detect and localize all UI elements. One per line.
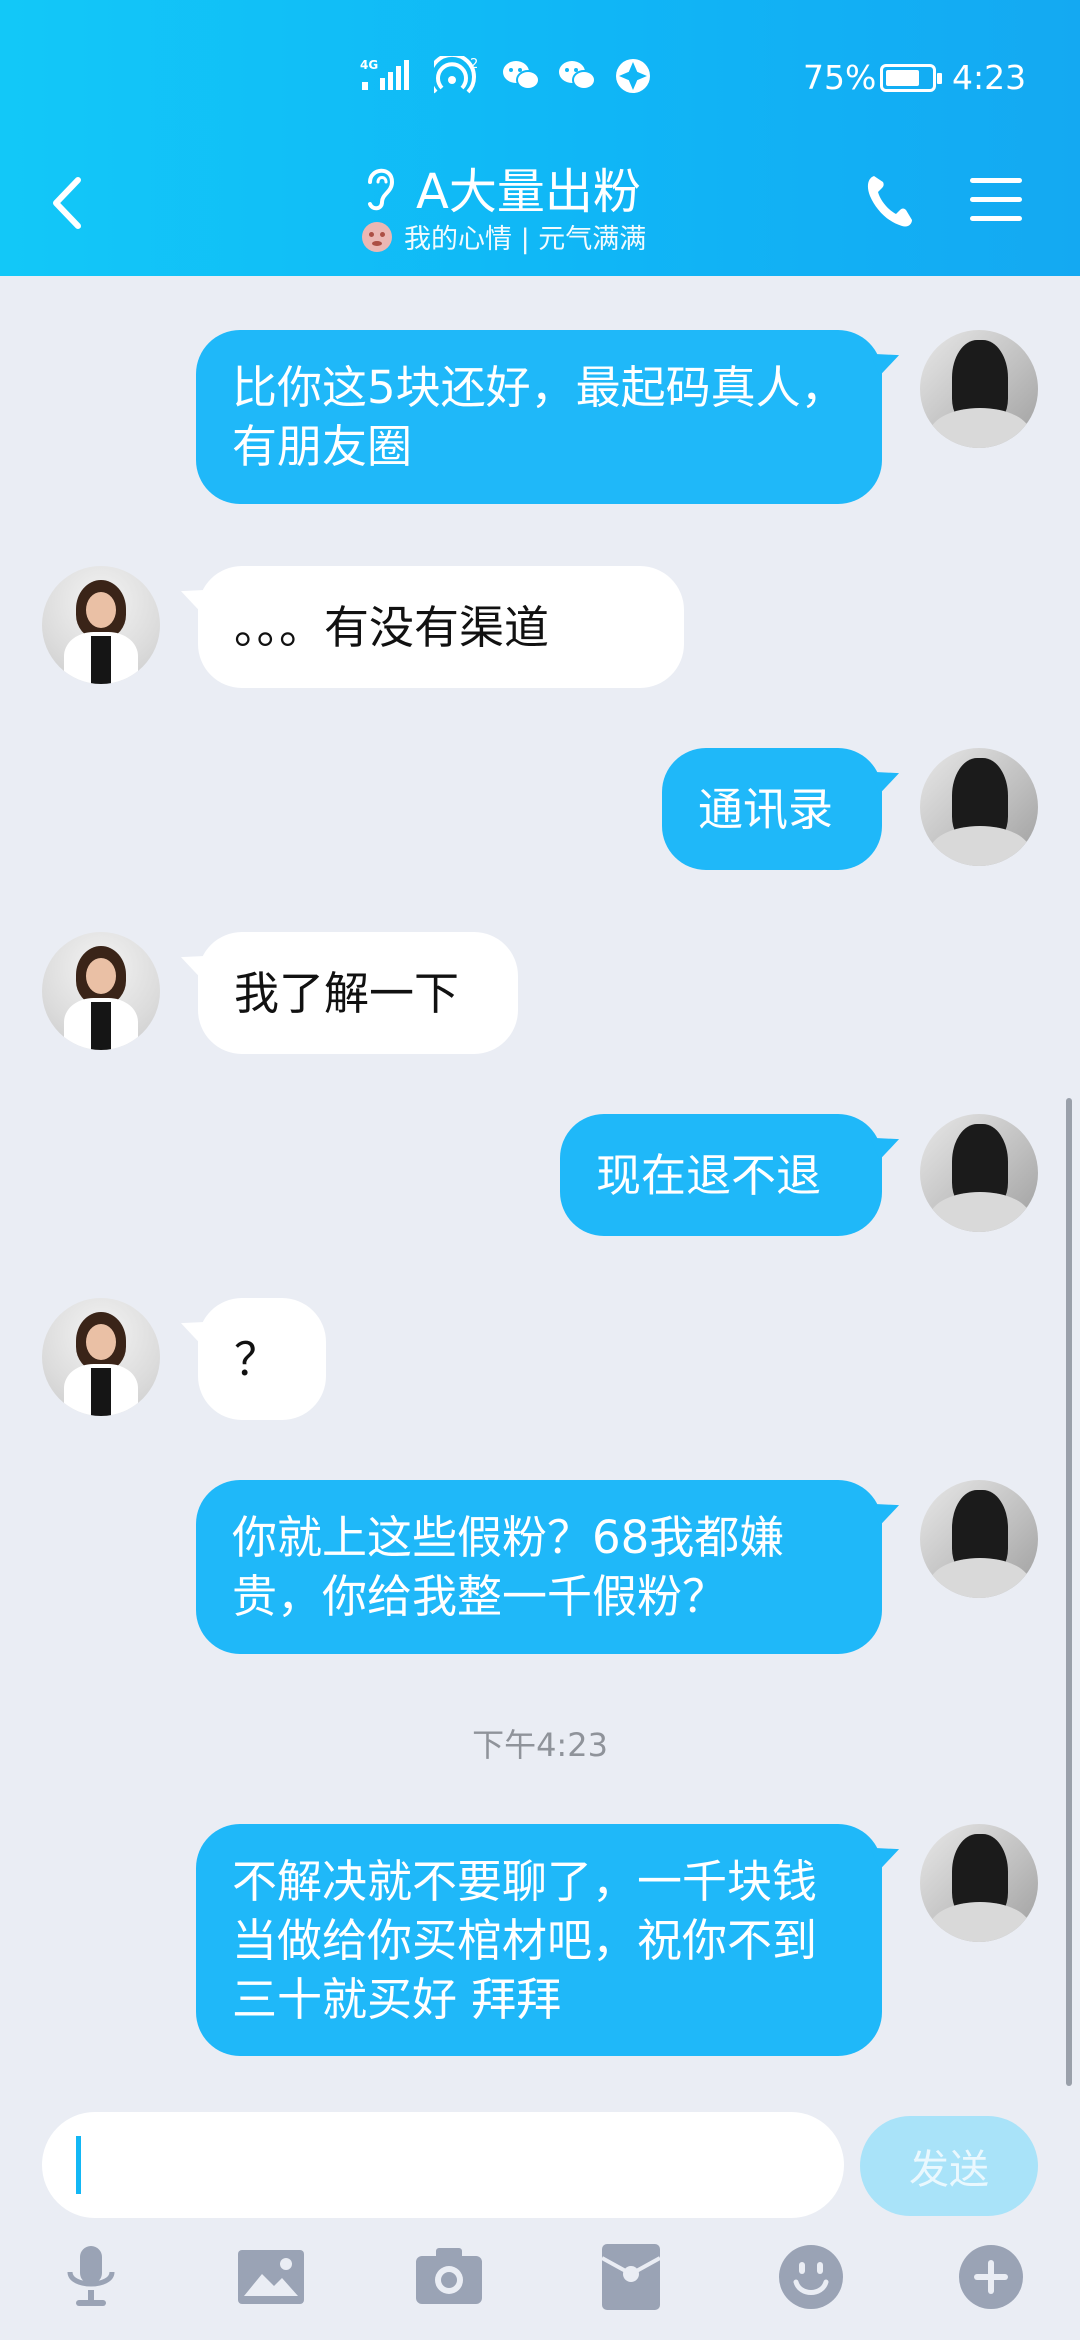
menu-button[interactable] (970, 178, 1022, 222)
mood-text: 我的心情 | 元气满满 (404, 224, 647, 255)
message-bubble-other[interactable]: 我了解一下 (198, 932, 518, 1054)
back-button[interactable] (42, 168, 92, 238)
svg-text:4G: 4G (360, 58, 378, 72)
message-input[interactable] (42, 2112, 844, 2218)
camera-button[interactable] (414, 2242, 484, 2312)
emoji-button[interactable] (776, 2242, 846, 2312)
input-bar: 发送 (0, 2096, 1080, 2340)
mood-status: 我的心情 | 元气满满 (362, 217, 646, 256)
menu-icon-line (970, 178, 1022, 183)
microphone-icon (67, 2246, 115, 2306)
scrollbar[interactable] (1066, 1098, 1072, 2086)
voice-button[interactable] (56, 2242, 126, 2312)
send-button[interactable]: 发送 (860, 2116, 1038, 2216)
title-row[interactable]: A大量出粉 (360, 152, 641, 222)
aperture-icon (616, 59, 650, 93)
avatar-self[interactable] (920, 748, 1038, 866)
red-packet-button[interactable] (596, 2242, 666, 2312)
message-bubble-self[interactable]: 不解决就不要聊了，一千块钱当做给你买棺材吧，祝你不到三十就买好 拜拜 (196, 1824, 882, 2056)
signal-icon: 4G (360, 58, 409, 90)
status-time: 4:23 (952, 58, 1027, 97)
chat-header: 4G 2 75% 4:23 A大量出粉 我的心情 | 元气满满 (0, 0, 1080, 276)
message-timestamp: 下午4:23 (472, 1726, 608, 1764)
svg-text:2: 2 (470, 57, 478, 72)
avatar-self[interactable] (920, 1480, 1038, 1598)
message-bubble-other[interactable]: 。。。有没有渠道 (198, 566, 684, 688)
avatar-contact[interactable] (42, 1298, 160, 1416)
text-caret (76, 2136, 81, 2194)
message-bubble-self[interactable]: 比你这5块还好，最起码真人，有朋友圈 (196, 330, 882, 504)
image-button[interactable] (236, 2242, 306, 2312)
ear-icon (368, 168, 395, 211)
image-icon (238, 2250, 304, 2304)
plus-icon (959, 2245, 1023, 2309)
call-button[interactable] (862, 170, 916, 230)
message-bubble-self[interactable]: 通讯录 (662, 748, 882, 870)
message-bubble-other[interactable]: ？ (198, 1298, 326, 1420)
menu-icon-line (970, 216, 1022, 221)
avatar-self[interactable] (920, 330, 1038, 448)
status-icons: 4G 2 (360, 56, 652, 96)
mood-face-icon (362, 221, 392, 252)
avatar-contact[interactable] (42, 932, 160, 1050)
message-list[interactable]: 比你这5块还好，最起码真人，有朋友圈 。。。有没有渠道 通讯录 我了解一下 现在… (0, 276, 1080, 2096)
emoji-icon (779, 2245, 843, 2309)
red-packet-icon (601, 2244, 661, 2310)
message-bubble-self[interactable]: 你就上这些假粉？68我都嫌贵，你给我整一千假粉？ (196, 1480, 882, 1654)
wechat-icon (559, 61, 596, 90)
message-bubble-self[interactable]: 现在退不退 (560, 1114, 882, 1236)
input-toolbar (0, 2242, 1080, 2332)
more-button[interactable] (956, 2242, 1026, 2312)
avatar-self[interactable] (920, 1114, 1038, 1232)
hotspot-icon: 2 (434, 56, 478, 94)
phone-icon (867, 176, 912, 227)
camera-icon (416, 2248, 482, 2304)
avatar-contact[interactable] (42, 566, 160, 684)
avatar-self[interactable] (920, 1824, 1038, 1942)
chevron-left-icon (53, 177, 81, 229)
wechat-icon (503, 61, 540, 90)
menu-icon-line (970, 197, 1022, 202)
battery-icon (880, 64, 942, 92)
battery-percent: 75% (803, 58, 877, 97)
chat-title: A大量出粉 (416, 164, 641, 220)
status-bar: 4G 2 75% 4:23 (0, 0, 1080, 150)
